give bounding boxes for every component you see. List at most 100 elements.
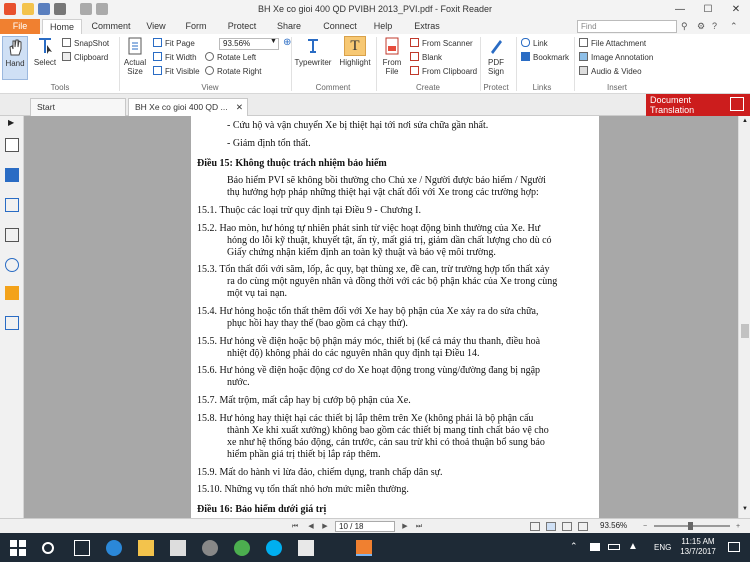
tab-connect[interactable]: Connect [318, 19, 362, 34]
start-windows-icon[interactable] [10, 540, 26, 556]
document-tabs: Start BH Xe co gioi 400 QD ... ✕ Documen… [0, 94, 750, 116]
battery-icon[interactable] [608, 544, 620, 550]
pages-icon[interactable] [5, 168, 19, 182]
pdf-sign-button[interactable]: PDF Sign [482, 36, 510, 76]
zoom-slider-thumb[interactable] [688, 522, 693, 530]
from-clipboard-button[interactable]: From Clipboard [410, 66, 477, 78]
search-icon[interactable]: ⚲ [681, 21, 688, 32]
next-page-icon[interactable]: ▶ [400, 522, 410, 531]
rotate-right-button[interactable]: Rotate Right [205, 66, 261, 78]
continuous-facing-view-icon[interactable] [578, 522, 588, 531]
hand-button[interactable]: Hand [2, 36, 28, 80]
actual-size-button[interactable]: Actual Size [121, 36, 149, 76]
image-annotation-button[interactable]: Image Annotation [579, 52, 653, 64]
page-number-input[interactable]: 10 / 18 [335, 521, 395, 532]
prev-page-icon[interactable]: ◀ [306, 522, 316, 531]
edge-browser-icon[interactable] [106, 540, 122, 556]
find-input[interactable]: Find [577, 20, 677, 33]
zoom-in-icon[interactable]: + [733, 522, 743, 531]
scroll-thumb[interactable] [741, 324, 749, 338]
close-button[interactable]: ✕ [722, 0, 750, 19]
pdf-page: - Cứu hộ và vận chuyển Xe bị thiệt hại t… [191, 116, 599, 518]
zoom-out-icon[interactable]: − [640, 522, 650, 531]
notification-chevron-icon[interactable]: ⌃ [570, 541, 578, 552]
rotate-right-label: Rotate Right [217, 67, 262, 76]
tab-protect[interactable]: Protect [222, 19, 262, 34]
rotate-left-button[interactable]: Rotate Left [205, 52, 256, 64]
clock[interactable]: 11:15 AM 13/7/2017 [676, 537, 720, 557]
audio-video-button[interactable]: Audio & Video [579, 66, 642, 78]
tab-view[interactable]: View [140, 19, 172, 34]
pdf-file-icon [381, 36, 403, 56]
typewriter-button[interactable]: Typewriter [293, 36, 333, 67]
store-icon[interactable] [170, 540, 186, 556]
attachments-icon[interactable] [5, 258, 19, 272]
clipboard-button[interactable]: Clipboard [62, 52, 108, 64]
select-button[interactable]: Select [32, 36, 58, 67]
tab-document[interactable]: BH Xe co gioi 400 QD ... ✕ [128, 98, 248, 116]
signature-icon[interactable] [5, 316, 19, 330]
chrome-icon[interactable] [234, 540, 250, 556]
tab-form[interactable]: Form [180, 19, 212, 34]
rotate-left-label: Rotate Left [217, 53, 257, 62]
settings-icon[interactable]: ⚙ [697, 21, 705, 32]
tab-home[interactable]: Home [42, 19, 82, 34]
network-icon[interactable] [590, 543, 600, 551]
first-page-icon[interactable]: ⏮ [290, 522, 300, 531]
fit-width-icon [153, 52, 162, 61]
foxit-reader-taskbar-icon[interactable] [356, 540, 372, 556]
single-page-view-icon[interactable] [530, 522, 540, 531]
file-explorer-icon[interactable] [138, 540, 154, 556]
search-icon[interactable] [42, 542, 54, 554]
volume-icon[interactable]: ▲ [628, 541, 638, 552]
language-indicator[interactable]: ENG [654, 543, 671, 552]
tab-share[interactable]: Share [272, 19, 306, 34]
scroll-down-icon[interactable]: ▼ [742, 506, 748, 512]
windows-taskbar: ⌃ ▲ ENG 11:15 AM 13/7/2017 [0, 533, 750, 562]
task-view-icon[interactable] [74, 540, 90, 556]
from-scanner-button[interactable]: From Scanner [410, 38, 473, 50]
tab-extras[interactable]: Extras [408, 19, 446, 34]
layers-icon[interactable] [5, 198, 19, 212]
vertical-scrollbar[interactable]: ▲ ▼ [738, 116, 750, 518]
tab-file[interactable]: File [0, 19, 40, 34]
comments-icon[interactable] [5, 228, 19, 242]
doc-line: 15.10. Những vụ tổn thất nhỏ hơn mức miễ… [197, 484, 409, 495]
snapshot-button[interactable]: SnapShot [62, 38, 109, 50]
skype-icon[interactable] [266, 540, 282, 556]
last-page-icon[interactable]: ⏭ [414, 522, 424, 531]
action-center-icon[interactable] [728, 542, 740, 552]
collapse-ribbon-icon[interactable]: ⌃ [730, 21, 738, 32]
continuous-view-icon[interactable] [546, 522, 556, 531]
fit-width-button[interactable]: Fit Width [153, 52, 197, 64]
doc-line: phục hồi hay thay thế (bao gồm cả chạy t… [227, 318, 408, 329]
scroll-up-icon[interactable]: ▲ [742, 118, 748, 124]
tab-help[interactable]: Help [368, 19, 398, 34]
facing-view-icon[interactable] [562, 522, 572, 531]
ribbon: Hand Select SnapShot Clipboard Tools Act… [0, 34, 750, 94]
link-button[interactable]: Link [521, 38, 548, 50]
file-attachment-button[interactable]: File Attachment [579, 38, 646, 50]
fit-page-button[interactable]: Fit Page [153, 38, 195, 50]
bookmarks-icon[interactable] [5, 138, 19, 152]
tab-start[interactable]: Start [30, 98, 126, 116]
document-translation-button[interactable]: Document Translation [646, 94, 750, 116]
maximize-button[interactable]: ☐ [694, 0, 722, 19]
tab-comment[interactable]: Comment [88, 19, 134, 34]
security-lock-icon[interactable] [5, 286, 19, 300]
blank-button[interactable]: Blank [410, 52, 442, 64]
from-file-button[interactable]: From File [379, 36, 405, 76]
minimize-button[interactable]: — [666, 0, 694, 19]
fit-visible-button[interactable]: Fit Visible [153, 66, 200, 78]
bookmark-button[interactable]: Bookmark [521, 52, 569, 64]
collapse-panel-icon[interactable]: ▶ [8, 118, 14, 127]
media-player-icon[interactable] [202, 540, 218, 556]
help-icon[interactable]: ? [712, 21, 717, 31]
next-page-icon[interactable]: ▶ [320, 522, 330, 531]
highlight-button[interactable]: T Highlight [337, 36, 373, 67]
divider [516, 37, 517, 91]
chevron-down-icon[interactable]: ▼ [270, 38, 277, 45]
close-icon[interactable]: ✕ [236, 99, 243, 115]
app-icon[interactable] [298, 540, 314, 556]
document-viewport[interactable]: - Cứu hộ và vận chuyển Xe bị thiệt hại t… [24, 116, 738, 518]
